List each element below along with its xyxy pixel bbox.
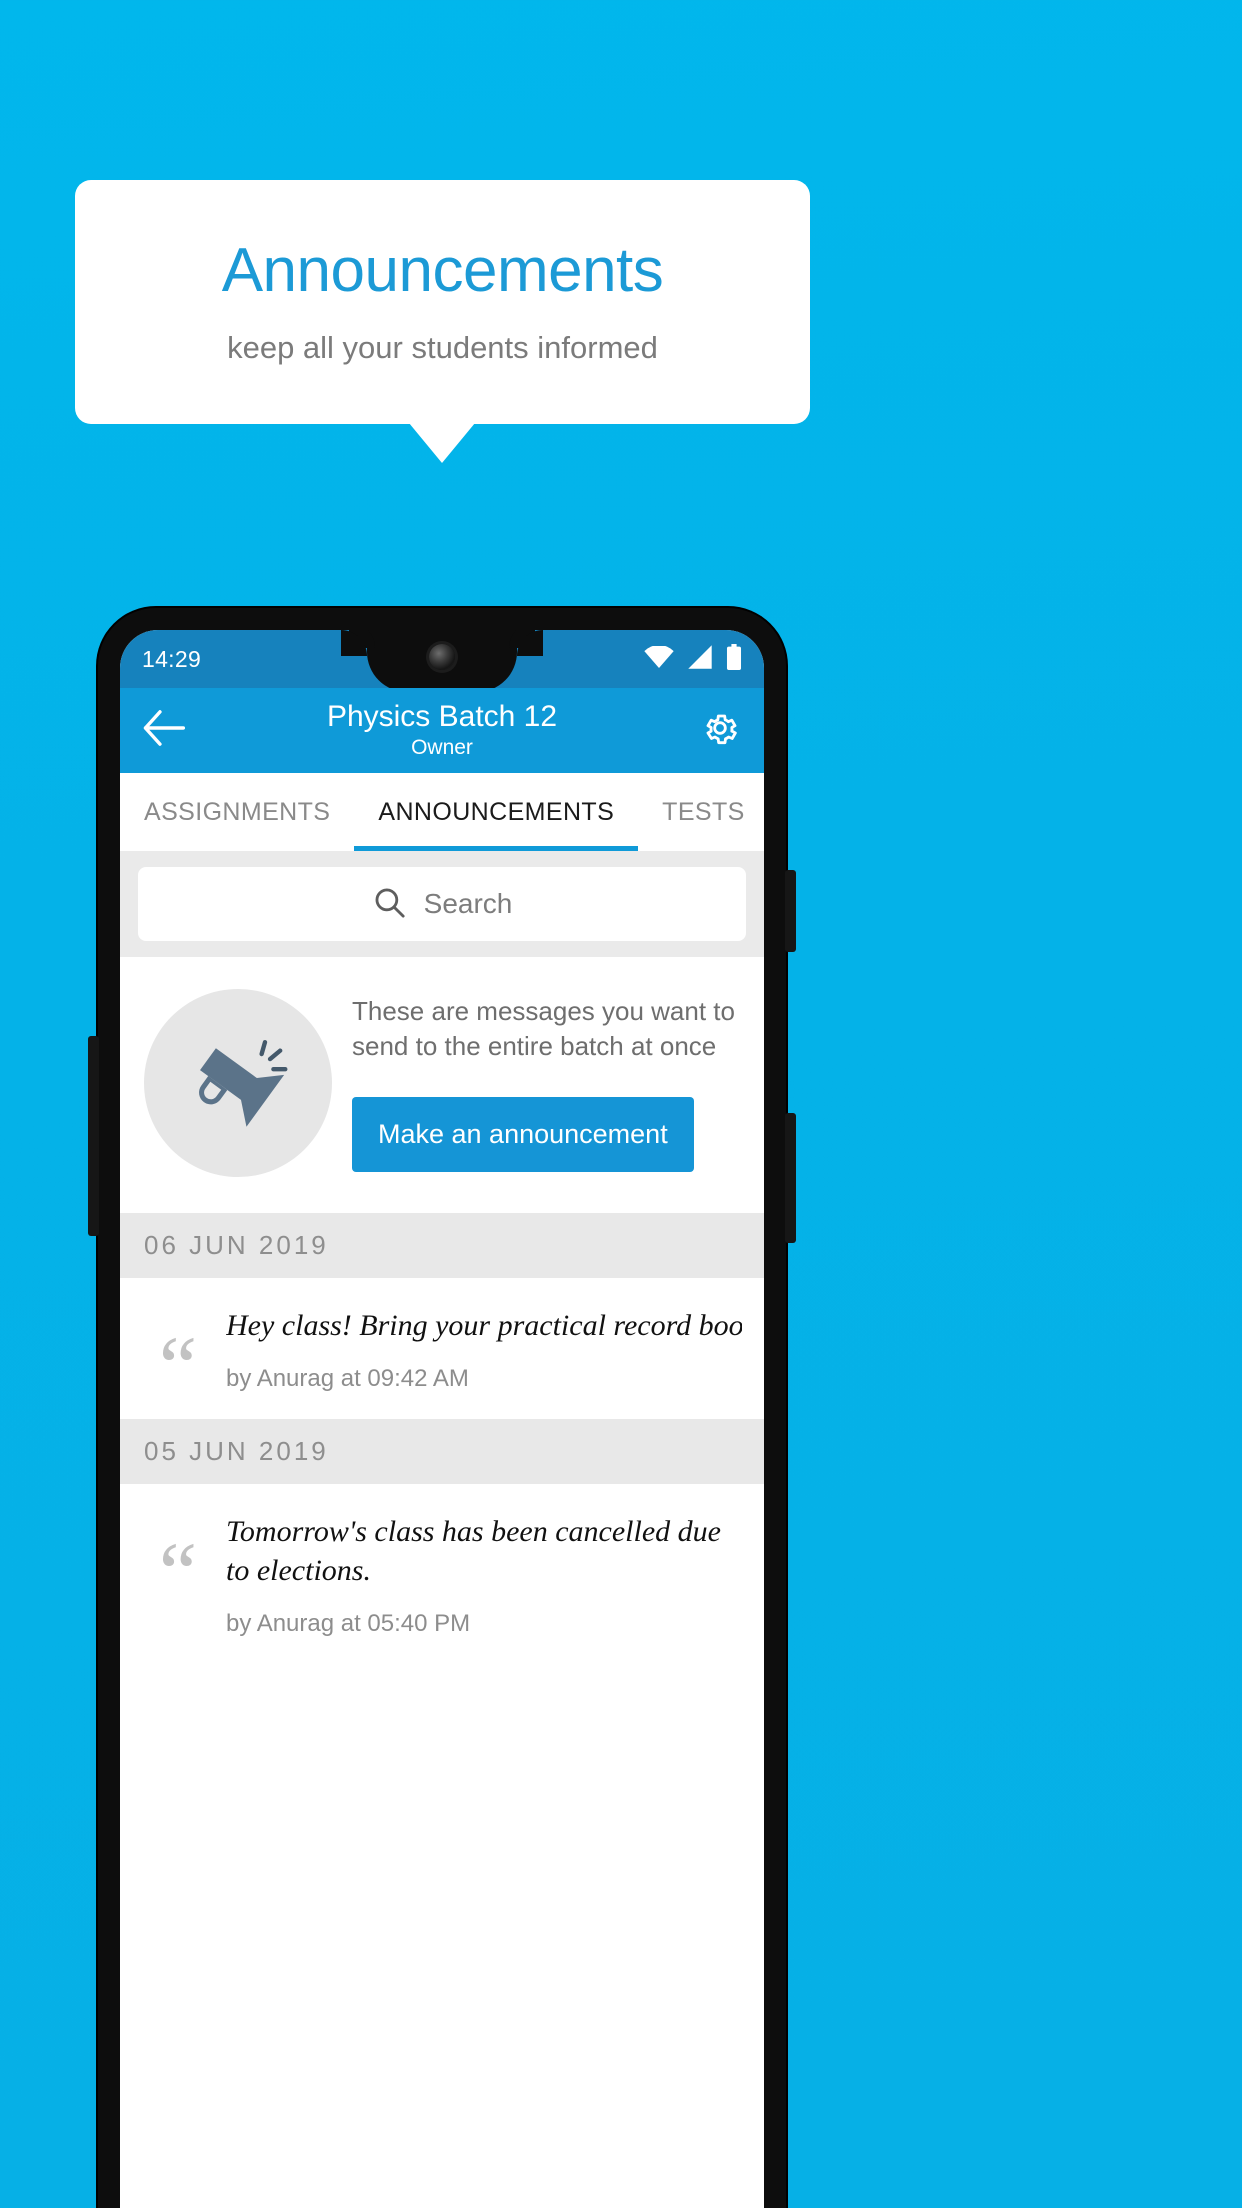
promo-callout-tail	[409, 423, 475, 463]
tab-announcements[interactable]: ANNOUNCEMENTS	[354, 773, 638, 851]
date-header: 06 JUN 2019	[120, 1213, 764, 1278]
back-arrow-icon	[143, 710, 186, 751]
quote-icon: “	[158, 1524, 198, 1621]
megaphone-badge	[144, 989, 332, 1177]
announcement-promo-text: These are messages you want to send to t…	[352, 996, 735, 1061]
wifi-icon	[644, 644, 674, 673]
phone-screen: 14:29 Physics Batch 12 Owner ASSIGNMENTS…	[120, 630, 764, 2208]
gear-icon	[700, 708, 740, 753]
battery-icon	[726, 643, 742, 675]
promo-subtitle: keep all your students informed	[227, 329, 658, 365]
promo-callout-card: Announcements keep all your students inf…	[75, 180, 810, 424]
app-bar-titles: Physics Batch 12 Owner	[120, 700, 764, 759]
tab-assignments[interactable]: ASSIGNMENTS	[120, 773, 354, 851]
announcement-text: Hey class! Bring your practical record b…	[226, 1309, 742, 1342]
quote-icon: “	[158, 1318, 198, 1414]
tab-label: ASSIGNMENTS	[144, 797, 331, 826]
front-camera-icon	[429, 644, 455, 670]
search-input[interactable]: Search	[138, 867, 746, 941]
announcement-promo: These are messages you want to send to t…	[120, 957, 764, 1213]
announcement-list-item[interactable]: “ Tomorrow's class has been cancelled du…	[120, 1484, 764, 1665]
phone-volume-button	[785, 1113, 796, 1243]
megaphone-icon	[184, 1027, 292, 1140]
announcement-content: Hey class! Bring your practical record b…	[226, 1306, 742, 1393]
status-bar: 14:29	[120, 630, 764, 692]
back-button[interactable]	[140, 707, 188, 755]
status-time: 14:29	[142, 645, 202, 672]
announcement-text: Tomorrow's class has been cancelled due …	[226, 1515, 721, 1588]
cellular-signal-icon	[687, 644, 713, 674]
search-icon	[372, 885, 406, 924]
app-bar: Physics Batch 12 Owner	[120, 688, 764, 773]
status-icons	[644, 643, 742, 675]
phone-left-button	[88, 1036, 99, 1236]
tab-label: ANNOUNCEMENTS	[378, 797, 615, 826]
search-placeholder: Search	[423, 888, 513, 919]
announcement-list-item[interactable]: “ Hey class! Bring your practical record…	[120, 1278, 764, 1420]
announcement-meta: by Anurag at 05:40 PM	[226, 1610, 471, 1638]
tab-tests[interactable]: TESTS	[638, 773, 764, 851]
announcement-promo-content: These are messages you want to send to t…	[342, 994, 740, 1172]
settings-button[interactable]	[696, 707, 744, 755]
phone-power-button	[785, 870, 796, 952]
page-title: Physics Batch 12	[326, 700, 558, 734]
promo-title: Announcements	[221, 236, 664, 306]
make-announcement-button[interactable]: Make an announcement	[352, 1096, 694, 1172]
phone-device-frame: 14:29 Physics Batch 12 Owner ASSIGNMENTS…	[88, 608, 796, 2208]
tab-label: TESTS	[662, 797, 745, 826]
tab-bar[interactable]: ASSIGNMENTS ANNOUNCEMENTS TESTS ˋ	[120, 773, 764, 851]
announcement-meta: by Anurag at 09:42 AM	[226, 1365, 469, 1392]
announcement-content: Tomorrow's class has been cancelled due …	[226, 1512, 742, 1638]
search-bar-container: Search	[120, 851, 764, 957]
page-subtitle: Owner	[411, 735, 473, 759]
date-header: 05 JUN 2019	[120, 1419, 764, 1485]
